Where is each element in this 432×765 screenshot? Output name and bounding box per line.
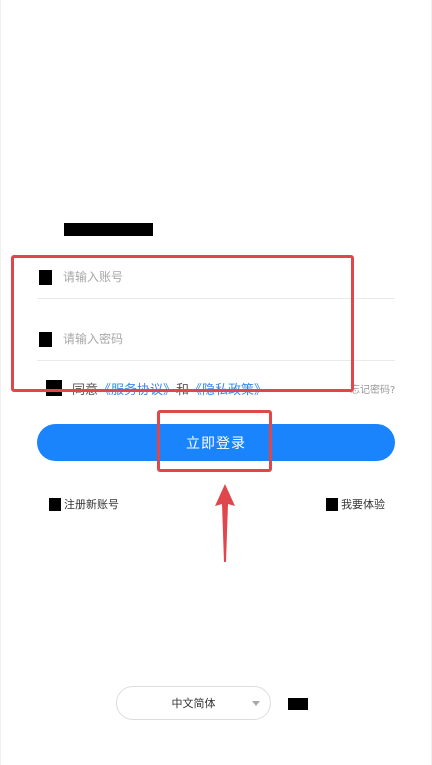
annotation-box-login (157, 410, 272, 472)
chevron-down-icon (252, 701, 260, 706)
register-label: 注册新账号 (64, 498, 119, 511)
annotation-arrow-icon (215, 484, 235, 562)
trial-icon (326, 497, 338, 511)
annotation-box-fields (11, 255, 354, 392)
register-link[interactable]: 注册新账号 (49, 496, 119, 512)
forgot-password-link[interactable]: 忘记密码? (350, 381, 395, 396)
language-select[interactable]: 中文简体 (116, 686, 271, 720)
login-page: 同意 《服务协议》 和 《隐私政策》 忘记密码? 立即登录 注册新账号 我要体验… (0, 0, 432, 765)
register-icon (49, 497, 61, 511)
language-extra-button[interactable] (288, 698, 308, 710)
language-label: 中文简体 (171, 697, 216, 710)
trial-label: 我要体验 (341, 498, 385, 511)
app-logo (64, 223, 153, 236)
left-edge (0, 0, 1, 765)
trial-link[interactable]: 我要体验 (326, 496, 385, 512)
